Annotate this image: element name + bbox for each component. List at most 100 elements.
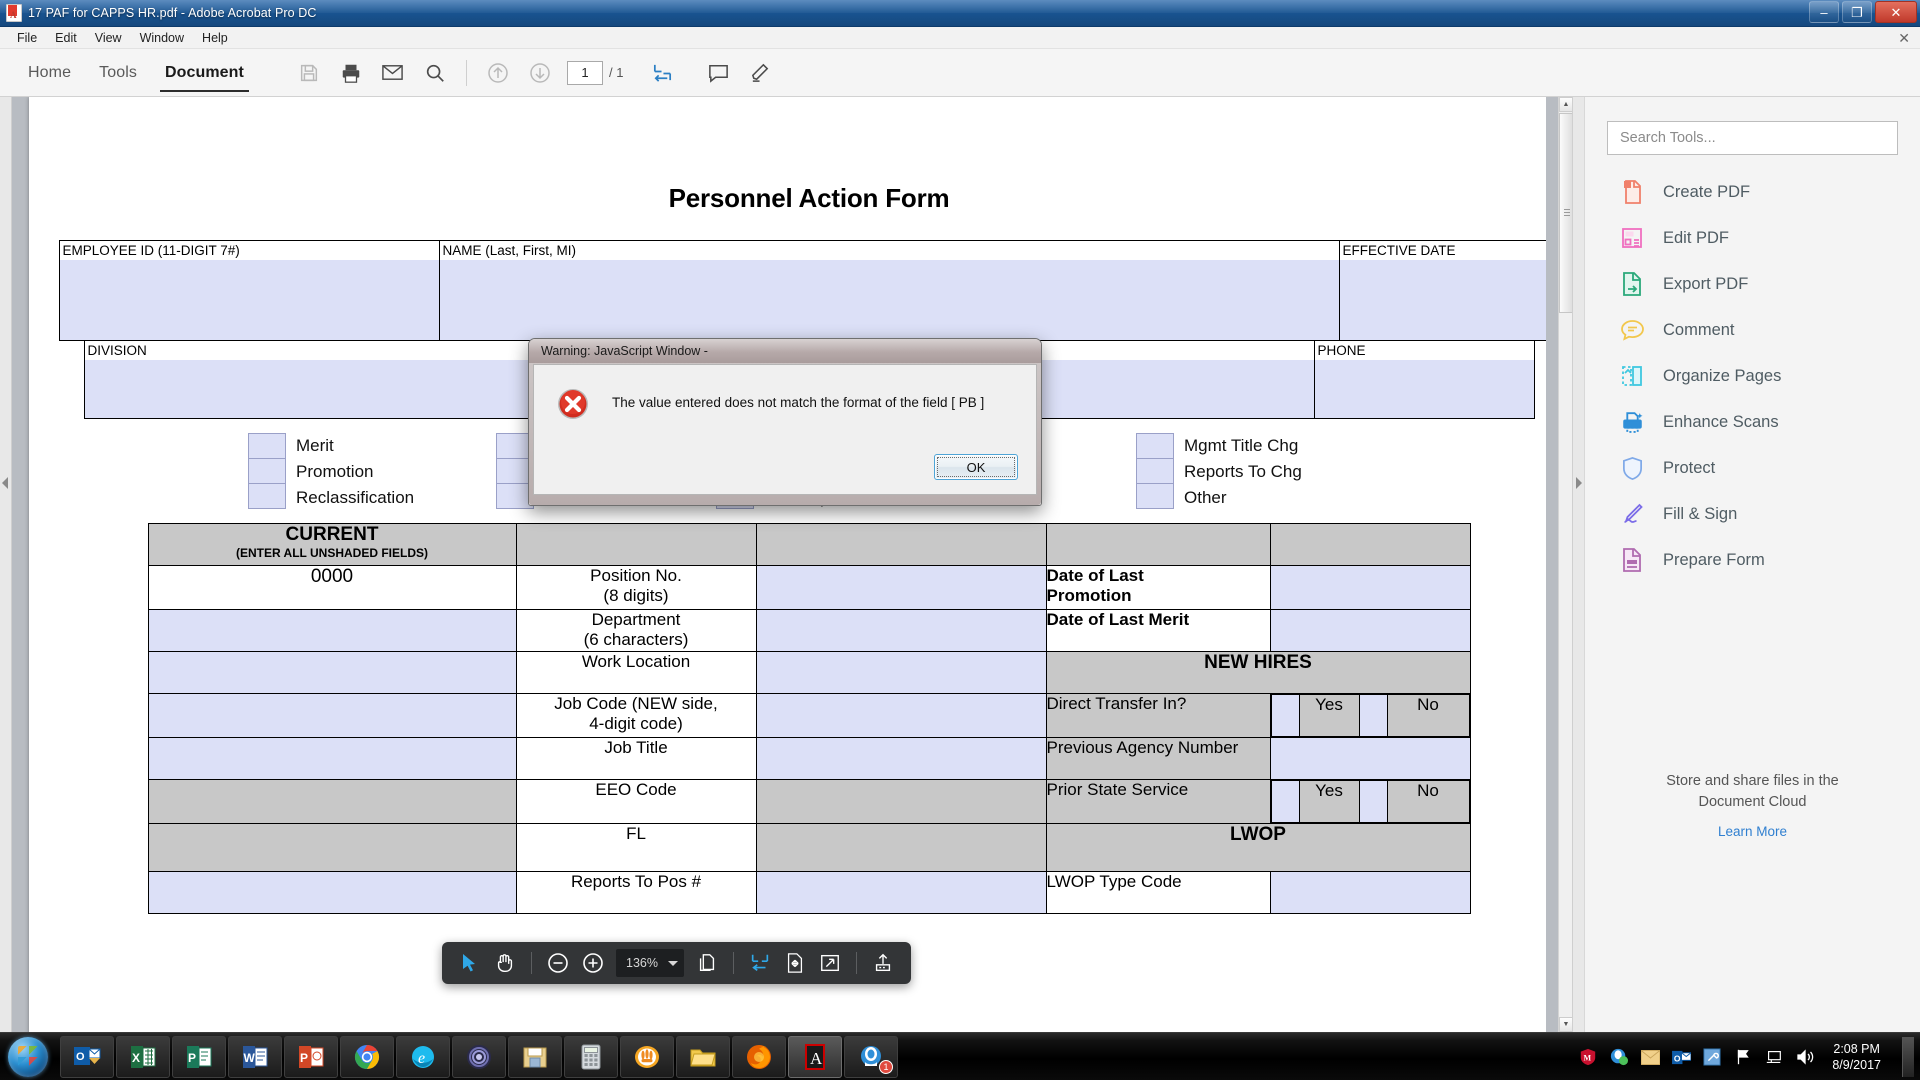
tool-protect[interactable]: Protect xyxy=(1585,445,1920,491)
taskbar-clock[interactable]: 2:08 PM 8/9/2017 xyxy=(1832,1041,1881,1073)
document-vertical-scrollbar[interactable]: ▲ ▼ xyxy=(1558,97,1572,1032)
collapse-right-panel-icon[interactable] xyxy=(1576,477,1582,489)
current-reports-to-pos[interactable] xyxy=(147,870,517,914)
tool-create-pdf[interactable]: Create PDF xyxy=(1585,169,1920,215)
print-icon[interactable] xyxy=(334,56,368,90)
right-panel-toggle[interactable] xyxy=(1572,97,1584,1032)
next-page-icon[interactable] xyxy=(523,56,557,90)
checkbox-reclassification[interactable] xyxy=(248,482,286,509)
minimize-button[interactable]: – xyxy=(1809,1,1839,23)
dialog-ok-button[interactable]: OK xyxy=(934,454,1018,480)
left-panel-collapsed[interactable] xyxy=(0,97,12,1032)
learn-more-link[interactable]: Learn More xyxy=(1585,821,1920,842)
current-work-location[interactable] xyxy=(147,650,517,694)
pan-and-zoom-icon[interactable] xyxy=(779,947,811,979)
expand-left-panel-icon[interactable] xyxy=(2,477,8,489)
checkbox-prior-state-no[interactable] xyxy=(1358,779,1388,823)
select-cursor-icon[interactable] xyxy=(454,947,486,979)
checkbox-other[interactable] xyxy=(1136,482,1174,509)
taskbar-adobe-acrobat[interactable]: A xyxy=(788,1035,842,1078)
tab-document[interactable]: Document xyxy=(151,53,258,92)
mail-icon[interactable] xyxy=(1640,1047,1660,1067)
tool-enhance-scans[interactable]: Enhance Scans xyxy=(1585,399,1920,445)
field-employee-id[interactable]: EMPLOYEE ID (11-DIGIT 7#) xyxy=(58,240,440,341)
scrollbar-thumb[interactable] xyxy=(1559,113,1572,313)
network-icon[interactable] xyxy=(1764,1047,1784,1067)
scroll-down-button[interactable]: ▼ xyxy=(1559,1017,1572,1032)
checkbox-promotion[interactable] xyxy=(248,457,286,484)
field-phone[interactable]: PHONE xyxy=(1313,339,1535,419)
start-button[interactable] xyxy=(0,1035,56,1079)
zoom-level-select[interactable]: 136% xyxy=(616,949,684,977)
outlook-tray-icon[interactable]: O xyxy=(1671,1047,1691,1067)
zoom-out-icon[interactable] xyxy=(542,947,574,979)
current-job-code[interactable] xyxy=(147,692,517,738)
fit-width-icon[interactable] xyxy=(744,947,776,979)
share-icon[interactable] xyxy=(867,947,899,979)
save-icon[interactable] xyxy=(292,56,326,90)
menu-file[interactable]: File xyxy=(8,29,46,47)
tool-edit-pdf[interactable]: Edit PDF xyxy=(1585,215,1920,261)
chevron-down-icon[interactable] xyxy=(667,960,678,966)
email-icon[interactable] xyxy=(376,56,410,90)
fit-width-icon[interactable] xyxy=(645,56,679,90)
scroll-up-button[interactable]: ▲ xyxy=(1559,97,1572,112)
search-icon[interactable] xyxy=(418,56,452,90)
volume-icon[interactable] xyxy=(1795,1047,1815,1067)
menu-window[interactable]: Window xyxy=(131,29,193,47)
current-position-no[interactable]: 0000 xyxy=(147,564,517,610)
taskbar-internet-explorer[interactable]: e xyxy=(396,1035,450,1078)
value-date-last-promotion[interactable] xyxy=(1269,564,1471,610)
checkbox-direct-transfer-no[interactable] xyxy=(1358,693,1388,737)
taskbar-calculator[interactable] xyxy=(564,1035,618,1078)
tool-prepare-form[interactable]: Prepare Form xyxy=(1585,537,1920,583)
taskbar-orange-app[interactable] xyxy=(620,1035,674,1078)
maximize-button[interactable]: ❐ xyxy=(1842,1,1872,23)
checkbox-prior-state-yes[interactable] xyxy=(1270,779,1300,823)
page-number-input[interactable]: 1 xyxy=(566,60,603,85)
close-button[interactable]: ✕ xyxy=(1875,1,1917,23)
tool-fill-and-sign[interactable]: Fill & Sign xyxy=(1585,491,1920,537)
new-work-location[interactable] xyxy=(755,650,1047,694)
menu-view[interactable]: View xyxy=(86,29,131,47)
show-desktop-button[interactable] xyxy=(1902,1037,1914,1077)
full-screen-icon[interactable] xyxy=(814,947,846,979)
previous-page-icon[interactable] xyxy=(481,56,515,90)
current-job-title[interactable] xyxy=(147,736,517,780)
tool-export-pdf[interactable]: Export PDF xyxy=(1585,261,1920,307)
zoom-in-icon[interactable] xyxy=(577,947,609,979)
field-effective-date[interactable]: EFFECTIVE DATE xyxy=(1338,240,1546,341)
flag-icon[interactable] xyxy=(1733,1047,1753,1067)
taskbar-chrome[interactable] xyxy=(340,1035,394,1078)
taskbar-spiral-app[interactable] xyxy=(452,1035,506,1078)
menu-edit[interactable]: Edit xyxy=(46,29,86,47)
search-tools-input[interactable]: Search Tools... xyxy=(1607,121,1898,155)
tool-organize-pages[interactable]: Organize Pages xyxy=(1585,353,1920,399)
new-department[interactable] xyxy=(755,608,1047,652)
menu-help[interactable]: Help xyxy=(193,29,237,47)
taskbar-word[interactable]: W xyxy=(228,1035,282,1078)
field-name[interactable]: NAME (Last, First, MI) xyxy=(438,240,1340,341)
comment-icon[interactable] xyxy=(701,56,735,90)
highlight-icon[interactable] xyxy=(743,56,777,90)
checkbox-reports-to-chg[interactable] xyxy=(1136,457,1174,484)
taskbar-file-explorer[interactable] xyxy=(508,1035,562,1078)
tab-home[interactable]: Home xyxy=(14,53,85,92)
value-previous-agency-number[interactable] xyxy=(1269,736,1471,780)
new-reports-to-pos[interactable] xyxy=(755,870,1047,914)
hand-tool-icon[interactable] xyxy=(489,947,521,979)
new-job-title[interactable] xyxy=(755,736,1047,780)
taskbar-powerpoint[interactable]: P xyxy=(284,1035,338,1078)
checkbox-merit[interactable] xyxy=(248,432,286,459)
checkbox-mgmt-title-chg[interactable] xyxy=(1136,432,1174,459)
taskbar-excel[interactable]: X xyxy=(116,1035,170,1078)
tab-tools[interactable]: Tools xyxy=(85,53,151,92)
dialog-title-bar[interactable]: Warning: JavaScript Window - xyxy=(529,339,1041,363)
page-thumbnails-icon[interactable] xyxy=(691,947,723,979)
new-position-no[interactable] xyxy=(755,564,1047,610)
checkbox-direct-transfer-yes[interactable] xyxy=(1270,693,1300,737)
value-lwop-type-code[interactable] xyxy=(1269,870,1471,914)
current-department[interactable] xyxy=(147,608,517,652)
taskbar-lync[interactable]: 1 xyxy=(844,1035,898,1078)
lync-presence-icon[interactable] xyxy=(1609,1047,1629,1067)
